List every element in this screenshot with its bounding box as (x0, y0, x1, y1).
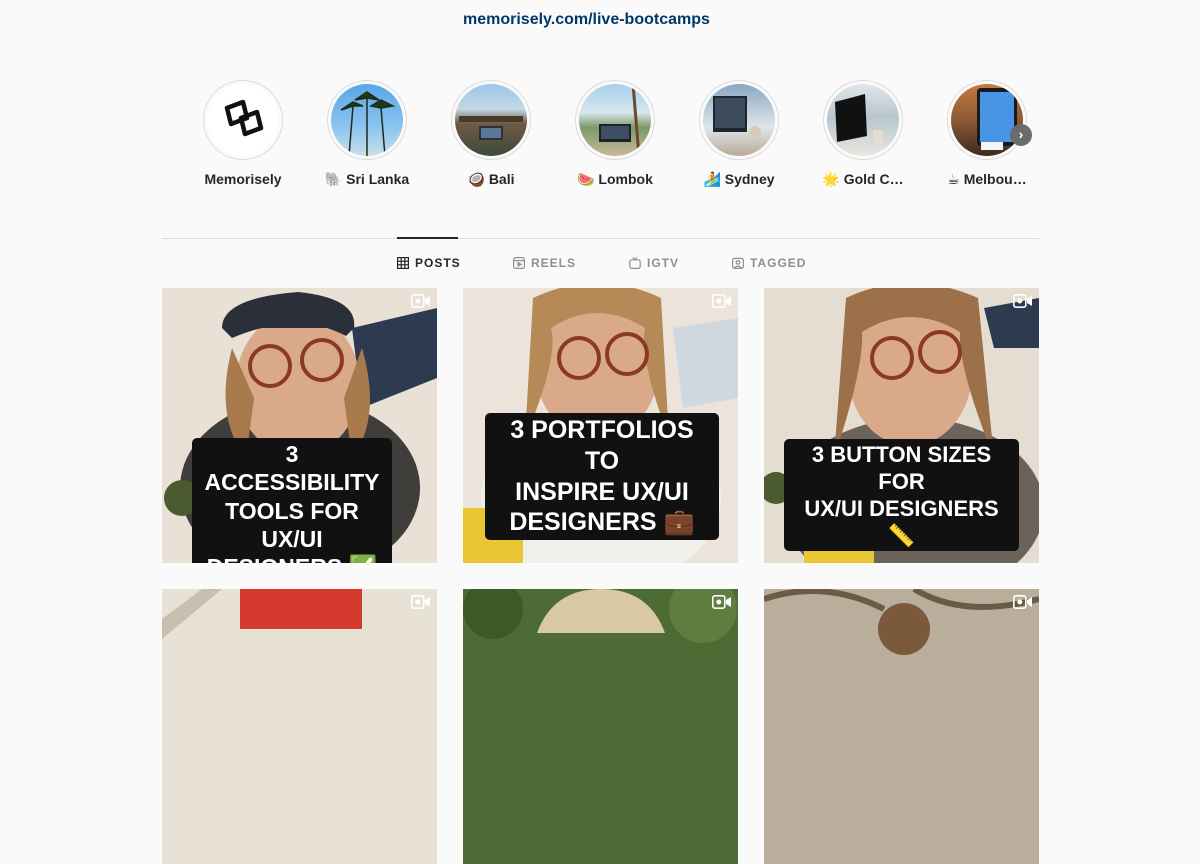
post-tile-5[interactable] (463, 589, 738, 864)
story-highlights: Memorisely 🐘 Sri Lanka 🥥 Bali 🍉 Lombok 🏄… (162, 80, 1042, 190)
tab-tagged[interactable]: TAGGED (732, 256, 806, 270)
highlight-sri-lanka[interactable]: 🐘 Sri Lanka (317, 80, 417, 188)
highlight-label: 🥥 Bali (467, 171, 515, 187)
lombok-photo (579, 84, 651, 156)
post-tile-2[interactable]: 3 PORTFOLIOS TO INSPIRE UX/UI DESIGNERS … (463, 288, 738, 563)
bio-link[interactable]: memorisely.com/live-bootcamps (463, 11, 710, 29)
caption-line: TOOLS FOR UX/UI (225, 497, 359, 552)
highlight-label: ☕ Melbou… (947, 171, 1027, 187)
caption-line: UX/UI DESIGNERS 📏 (804, 496, 999, 549)
tab-label: IGTV (647, 256, 680, 270)
reels-icon (513, 257, 525, 269)
igtv-icon (629, 257, 641, 269)
highlight-bali[interactable]: 🥥 Bali (441, 80, 541, 188)
gold-coast-photo (827, 84, 899, 156)
memorisely-logo-icon (207, 84, 279, 156)
highlight-lombok[interactable]: 🍉 Lombok (565, 80, 665, 188)
highlight-label: 🏄 Sydney (703, 171, 775, 187)
bio-quote-fragment: ” (464, 0, 471, 9)
caption-line: DESIGNERS ✅ (200, 553, 384, 563)
post-caption: 3 ACCESSIBILITY TOOLS FOR UX/UI DESIGNER… (192, 438, 392, 563)
tagged-icon (732, 257, 744, 269)
post-caption: 3 PORTFOLIOS TO INSPIRE UX/UI DESIGNERS … (485, 413, 719, 540)
highlight-label: Memorisely (204, 171, 282, 187)
tab-label: POSTS (415, 256, 461, 270)
reel-indicator-icon (411, 294, 430, 308)
reel-indicator-icon (712, 595, 731, 609)
highlight-memorisely[interactable]: Memorisely (193, 80, 293, 187)
tab-reels[interactable]: REELS (513, 256, 576, 270)
highlight-gold-coast[interactable]: 🌟 Gold C… (813, 80, 913, 188)
caption-line: INSPIRE UX/UI (515, 477, 689, 506)
tab-label: REELS (531, 256, 577, 270)
post-tile-6[interactable] (764, 589, 1039, 864)
tab-label: TAGGED (750, 256, 807, 270)
tabs-divider (162, 238, 1039, 239)
caption-line: 3 PORTFOLIOS TO (510, 416, 694, 475)
reel-indicator-icon (1013, 595, 1032, 609)
sydney-photo (703, 84, 775, 156)
tab-igtv[interactable]: IGTV (629, 256, 679, 270)
post-caption: 3 BUTTON SIZES FOR UX/UI DESIGNERS 📏 (784, 439, 1019, 552)
highlight-label: 🐘 Sri Lanka (324, 171, 410, 187)
caption-line: 3 BUTTON SIZES FOR (811, 442, 992, 495)
highlight-label: 🌟 Gold C… (822, 171, 904, 187)
highlight-sydney[interactable]: 🏄 Sydney (689, 80, 789, 188)
post-tile-4[interactable] (162, 589, 437, 864)
melbourne-photo (951, 84, 1023, 156)
reel-indicator-icon (712, 294, 731, 308)
grid-icon (397, 257, 409, 269)
profile-tabs: POSTS REELS IGTV TAGGED (0, 256, 1200, 272)
caption-line: 3 ACCESSIBILITY (204, 441, 380, 496)
highlight-label: 🍉 Lombok (577, 171, 653, 187)
bali-photo (455, 84, 527, 156)
caption-line: DESIGNERS 💼 (509, 508, 695, 537)
reel-indicator-icon (411, 595, 430, 609)
post-tile-1[interactable]: 3 ACCESSIBILITY TOOLS FOR UX/UI DESIGNER… (162, 288, 437, 563)
post-tile-3[interactable]: 3 BUTTON SIZES FOR UX/UI DESIGNERS 📏 (764, 288, 1039, 563)
reel-indicator-icon (1013, 294, 1032, 308)
post-thumbnail (764, 589, 1039, 864)
post-thumbnail (463, 589, 738, 864)
highlights-next-arrow-icon[interactable]: › (1010, 124, 1032, 146)
palm-trees-photo (331, 84, 403, 156)
active-tab-indicator (397, 237, 458, 239)
tab-posts[interactable]: POSTS (397, 256, 461, 270)
post-thumbnail (162, 589, 437, 864)
